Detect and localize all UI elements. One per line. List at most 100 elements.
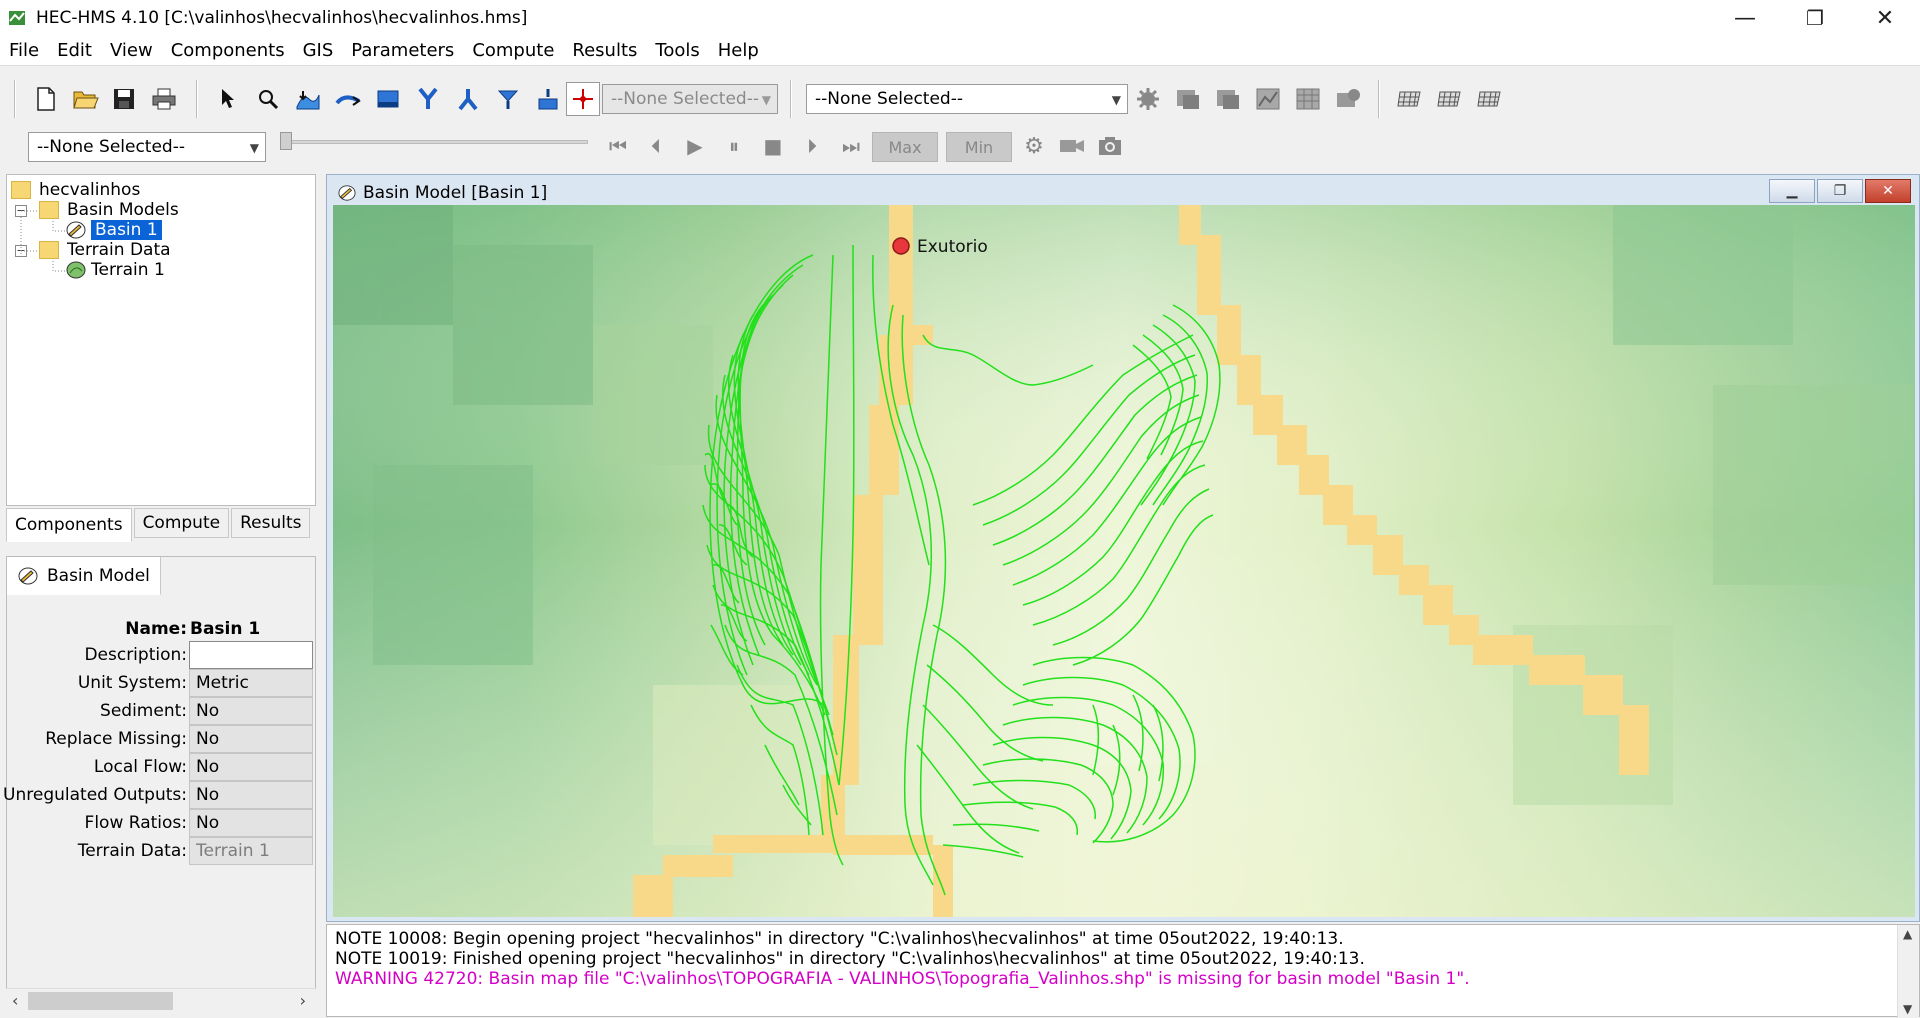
element-select[interactable]: --None Selected-- ▼ [602, 84, 778, 114]
element-summary-icon[interactable] [1214, 85, 1242, 113]
junction-tool-icon[interactable] [414, 85, 442, 113]
toolbar-separator [790, 80, 792, 118]
menu-results[interactable]: Results [563, 40, 646, 61]
skip-back-icon[interactable]: ⏮ [604, 132, 632, 160]
prop-name-value: Basin 1 [190, 619, 261, 639]
time-series-icon[interactable] [1334, 85, 1362, 113]
settings-gear-icon[interactable]: ⚙ [1020, 132, 1048, 160]
open-project-icon[interactable] [72, 85, 100, 113]
time-slider-thumb[interactable] [280, 132, 292, 150]
graph-icon[interactable] [1254, 85, 1282, 113]
sink-tool-icon[interactable] [534, 85, 562, 113]
menu-view[interactable]: View [101, 40, 162, 61]
subbasin-tool-icon[interactable] [294, 85, 322, 113]
tab-compute[interactable]: Compute [133, 508, 230, 538]
basin-model-icon [338, 185, 356, 201]
menu-compute[interactable]: Compute [463, 40, 563, 61]
menu-gis[interactable]: GIS [294, 40, 343, 61]
zoom-tool-icon[interactable] [254, 85, 282, 113]
close-button[interactable]: ✕ [1850, 0, 1920, 36]
table-icon[interactable] [1294, 85, 1322, 113]
prop-name-row: Name: Basin 1 [7, 615, 317, 643]
toolbar-separator [196, 80, 198, 118]
menu-components[interactable]: Components [162, 40, 294, 61]
basin-map-window-title: Basin Model [Basin 1] [337, 179, 547, 207]
basin-model-icon [18, 567, 38, 584]
map-close-button[interactable]: ✕ [1865, 179, 1911, 203]
main-toolbar: --None Selected-- ▼ --None Selected-- ▼ [0, 74, 1920, 124]
prop-sediment-row: Sediment: No [7, 697, 317, 725]
grid-pan-icon[interactable] [1476, 85, 1504, 113]
prop-sediment-label: Sediment: [100, 701, 187, 721]
run-select[interactable]: --None Selected-- ▼ [806, 84, 1128, 114]
grid-zoom-icon[interactable] [1436, 85, 1464, 113]
tree-lines [20, 210, 65, 272]
basin-map-canvas[interactable]: Exutorio [333, 205, 1915, 917]
step-back-icon[interactable]: ⏴ [642, 132, 670, 160]
menu-parameters[interactable]: Parameters [342, 40, 463, 61]
unit-system-select[interactable]: Metric [189, 669, 313, 697]
menu-edit[interactable]: Edit [48, 40, 101, 61]
time-slider-track[interactable] [282, 140, 588, 144]
map-restore-button[interactable]: ❐ [1817, 179, 1863, 203]
min-button[interactable]: Min [946, 132, 1012, 162]
source-tool-icon[interactable] [494, 85, 522, 113]
prop-unregulated-outputs-label: Unregulated Outputs: [3, 785, 187, 805]
arrow-tool-icon[interactable] [214, 85, 242, 113]
gage-tool-icon[interactable] [566, 82, 600, 116]
horizontal-scrollbar[interactable]: ‹ › [6, 988, 316, 1012]
max-button[interactable]: Max [872, 132, 938, 162]
pause-icon[interactable]: ⏸ [720, 132, 748, 160]
message-log: NOTE 10008: Begin opening project "hecva… [326, 924, 1920, 1018]
menu-help[interactable]: Help [709, 40, 768, 61]
description-field[interactable] [189, 641, 313, 669]
map-minimize-button[interactable]: ▁ [1769, 179, 1815, 203]
unregulated-outputs-select[interactable]: No [189, 781, 313, 809]
prop-description-row: Description: [7, 641, 317, 669]
stop-icon[interactable]: ■ [759, 132, 787, 160]
print-icon[interactable] [150, 85, 178, 113]
save-icon[interactable] [110, 85, 138, 113]
prop-replace-missing-row: Replace Missing: No [7, 725, 317, 753]
compute-icon[interactable] [1134, 85, 1162, 113]
tab-basin-model[interactable]: Basin Model [7, 557, 161, 595]
reach-tool-icon[interactable] [334, 85, 362, 113]
time-select[interactable]: --None Selected-- ▼ [28, 132, 266, 162]
global-summary-icon[interactable] [1174, 85, 1202, 113]
terrain-data-select[interactable]: Terrain 1 [189, 837, 313, 865]
tab-results[interactable]: Results [231, 508, 311, 538]
new-project-icon[interactable] [32, 85, 60, 113]
minimize-button[interactable]: — [1710, 0, 1780, 36]
skip-forward-icon[interactable]: ⏭ [837, 132, 865, 160]
scroll-right-icon[interactable]: › [300, 991, 306, 1010]
scroll-up-icon[interactable]: ▲ [1903, 927, 1912, 941]
reservoir-tool-icon[interactable] [374, 85, 402, 113]
prop-local-flow-label: Local Flow: [93, 757, 187, 777]
scroll-left-icon[interactable]: ‹ [12, 991, 18, 1010]
window-title: HEC-HMS 4.10 [C:\valinhos\hecvalinhos\he… [36, 8, 528, 28]
diversion-tool-icon[interactable] [454, 85, 482, 113]
time-select-value: --None Selected-- [37, 137, 185, 157]
vertical-scrollbar[interactable]: ▲ ▼ [1897, 925, 1919, 1018]
scroll-down-icon[interactable]: ▼ [1903, 1002, 1912, 1016]
prop-unit-system-label: Unit System: [77, 673, 187, 693]
maximize-button[interactable]: ❐ [1780, 0, 1850, 36]
log-line: NOTE 10019: Finished opening project "he… [335, 949, 1365, 969]
play-icon[interactable]: ▶ [681, 132, 709, 160]
grid-icon[interactable] [1396, 85, 1424, 113]
menu-file[interactable]: File [0, 40, 48, 61]
menu-tools[interactable]: Tools [646, 40, 708, 61]
outlet-marker-icon[interactable] [892, 237, 910, 255]
sediment-select[interactable]: No [189, 697, 313, 725]
replace-missing-select[interactable]: No [189, 725, 313, 753]
step-forward-icon[interactable]: ⏵ [798, 132, 826, 160]
scrollbar-thumb[interactable] [28, 992, 173, 1010]
camera-icon[interactable] [1096, 132, 1124, 160]
basin-map-title-label: Basin Model [Basin 1] [363, 183, 548, 203]
chevron-down-icon: ▼ [1111, 93, 1121, 107]
explorer-tabs: Components Compute Results [6, 508, 312, 542]
tab-components[interactable]: Components [6, 508, 132, 542]
flow-ratios-select[interactable]: No [189, 809, 313, 837]
local-flow-select[interactable]: No [189, 753, 313, 781]
video-camera-icon[interactable] [1058, 132, 1086, 160]
